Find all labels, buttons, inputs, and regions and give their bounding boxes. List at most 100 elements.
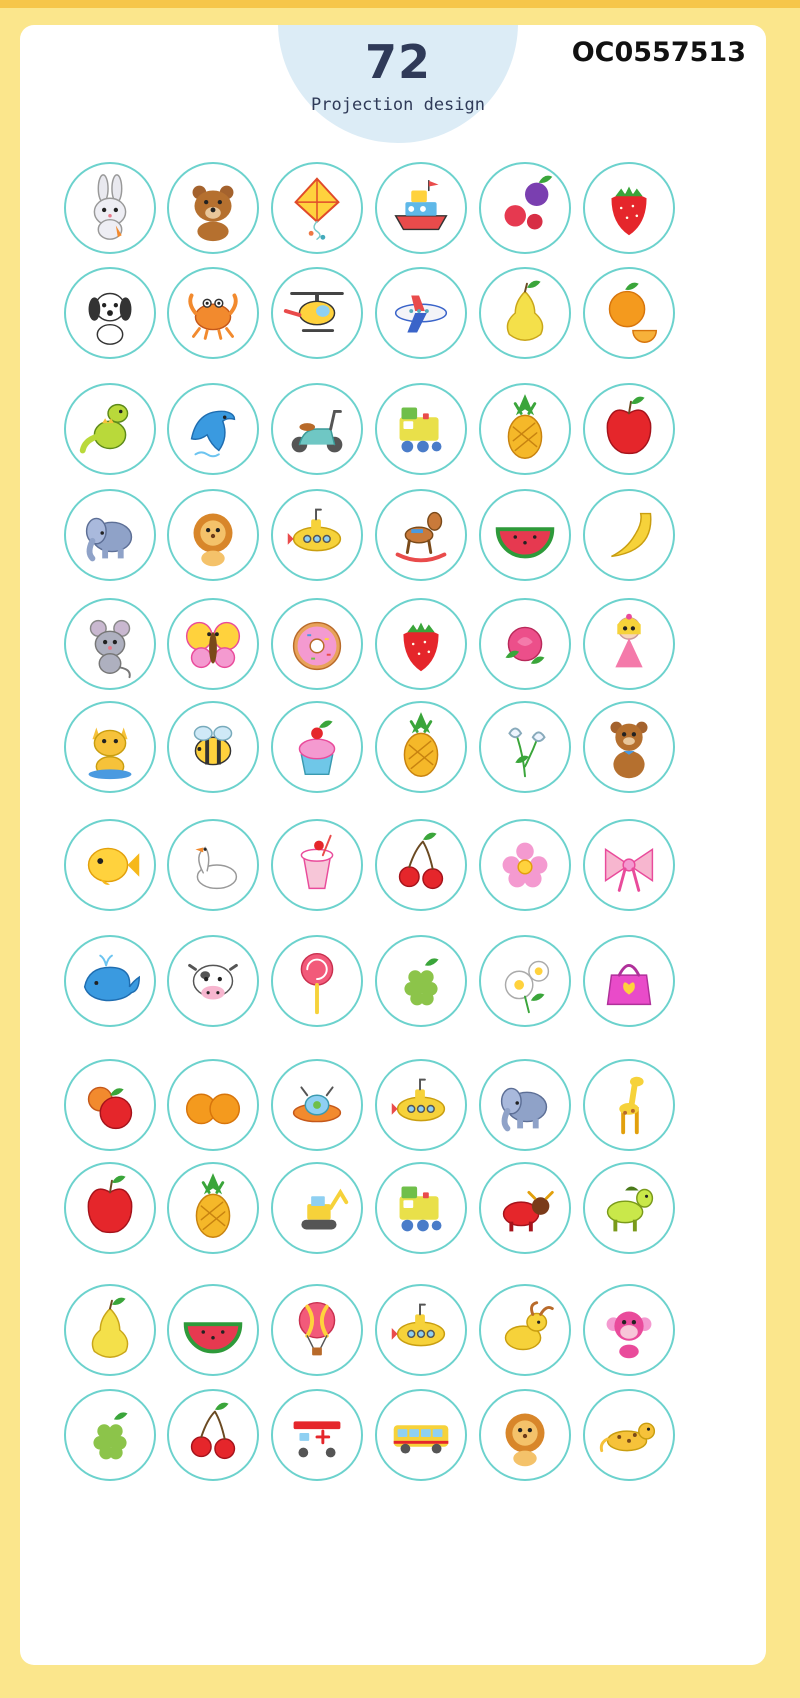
projection-slot	[375, 935, 467, 1027]
projection-slot	[479, 489, 571, 581]
projection-slot	[167, 489, 259, 581]
giraffe-icon	[590, 1066, 668, 1144]
projection-slot	[583, 598, 675, 690]
hot-air-balloon-icon	[278, 1291, 356, 1369]
projection-slot	[64, 935, 156, 1027]
rabbit-icon	[71, 169, 149, 247]
projection-slot	[271, 1162, 363, 1254]
projection-slot	[375, 383, 467, 475]
dinosaur-icon	[71, 390, 149, 468]
projection-slot	[479, 383, 571, 475]
projection-slot	[271, 701, 363, 793]
projection-slot	[583, 1059, 675, 1151]
grapes-icon	[71, 1396, 149, 1474]
bow-icon	[590, 826, 668, 904]
projection-slot	[271, 1284, 363, 1376]
projection-slot	[479, 162, 571, 254]
projection-slot	[583, 1162, 675, 1254]
strawberry-icon	[382, 605, 460, 683]
monkey-icon	[590, 1291, 668, 1369]
projection-slot	[167, 935, 259, 1027]
projection-slot	[583, 935, 675, 1027]
projection-slot	[271, 383, 363, 475]
bull-icon	[486, 1169, 564, 1247]
daisy-icon	[486, 942, 564, 1020]
banana-icon	[590, 496, 668, 574]
projection-slot	[64, 162, 156, 254]
strawberry-icon	[590, 169, 668, 247]
projection-slot	[271, 162, 363, 254]
pineapple-icon	[174, 1169, 252, 1247]
projection-slot	[479, 1162, 571, 1254]
boat-icon	[382, 169, 460, 247]
projection-slot	[583, 701, 675, 793]
lion-icon	[486, 1396, 564, 1474]
projection-slot	[479, 935, 571, 1027]
cupcake-icon	[278, 708, 356, 786]
projection-slot	[167, 1284, 259, 1376]
orange-icon	[590, 274, 668, 352]
projection-slot	[64, 1162, 156, 1254]
projection-slot	[271, 598, 363, 690]
donut-icon	[278, 605, 356, 683]
projection-slot	[167, 1059, 259, 1151]
tomatoes-icon	[71, 1066, 149, 1144]
kite-icon	[278, 169, 356, 247]
elephant-icon	[486, 1066, 564, 1144]
crab-icon	[174, 274, 252, 352]
projection-slot	[375, 701, 467, 793]
doll-icon	[590, 605, 668, 683]
ambulance-icon	[278, 1396, 356, 1474]
bus-icon	[382, 1396, 460, 1474]
leopard-icon	[590, 1396, 668, 1474]
projection-slot	[583, 1389, 675, 1481]
projection-slot	[167, 267, 259, 359]
puppy-icon	[71, 274, 149, 352]
projection-slot	[167, 1162, 259, 1254]
projection-slot	[271, 267, 363, 359]
projection-slot	[375, 162, 467, 254]
projection-slot	[583, 162, 675, 254]
whale-icon	[71, 942, 149, 1020]
pear-icon	[71, 1291, 149, 1369]
train-icon	[382, 390, 460, 468]
milkshake-icon	[278, 826, 356, 904]
fish-icon	[71, 826, 149, 904]
pattern-grid	[20, 25, 766, 1665]
rose-icon	[486, 605, 564, 683]
projection-slot	[479, 701, 571, 793]
rocking-horse-icon	[382, 496, 460, 574]
projection-slot	[64, 1284, 156, 1376]
mouse-icon	[71, 605, 149, 683]
cherries-icon	[382, 826, 460, 904]
elephant-icon	[71, 496, 149, 574]
projection-slot	[271, 819, 363, 911]
apple-icon	[590, 390, 668, 468]
submarine-icon	[382, 1291, 460, 1369]
watermelon-icon	[486, 496, 564, 574]
projection-slot	[64, 701, 156, 793]
projection-slot	[583, 489, 675, 581]
bee-icon	[174, 708, 252, 786]
projection-slot	[167, 701, 259, 793]
cat-icon	[71, 708, 149, 786]
pineapple-icon	[486, 390, 564, 468]
butterfly-icon	[174, 605, 252, 683]
excavator-icon	[278, 1169, 356, 1247]
projection-slot	[271, 489, 363, 581]
dolphin-icon	[174, 390, 252, 468]
projection-slot	[271, 1389, 363, 1481]
projection-slot	[583, 1284, 675, 1376]
train-icon	[382, 1169, 460, 1247]
projection-slot	[64, 383, 156, 475]
pear-icon	[486, 274, 564, 352]
lollipop-icon	[278, 942, 356, 1020]
top-stripe	[0, 0, 800, 8]
projection-slot	[375, 267, 467, 359]
projection-slot	[375, 1162, 467, 1254]
projection-slot	[479, 1284, 571, 1376]
projection-slot	[271, 1059, 363, 1151]
handbag-icon	[590, 942, 668, 1020]
projection-slot	[167, 162, 259, 254]
projection-slot	[167, 1389, 259, 1481]
